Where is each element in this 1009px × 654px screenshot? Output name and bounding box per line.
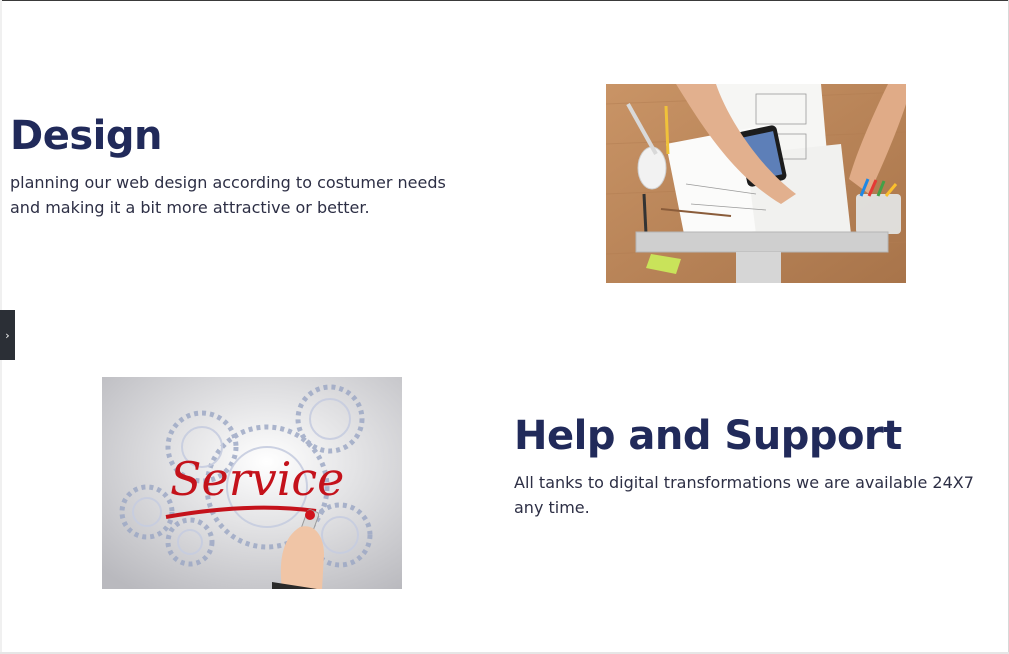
sidebar-toggle-button[interactable]: › xyxy=(0,310,15,360)
chevron-right-icon: › xyxy=(5,328,10,342)
top-border xyxy=(0,0,1009,1)
design-heading: Design xyxy=(10,113,162,159)
next-section-heading-clipped xyxy=(330,640,680,654)
design-workspace-image xyxy=(606,84,906,283)
design-description: planning our web design according to cos… xyxy=(10,173,446,217)
service-image: Service xyxy=(102,377,402,589)
service-sign-text: Service xyxy=(170,452,344,506)
help-support-heading: Help and Support xyxy=(514,413,902,459)
help-support-description: All tanks to digital transformations we … xyxy=(514,473,974,517)
